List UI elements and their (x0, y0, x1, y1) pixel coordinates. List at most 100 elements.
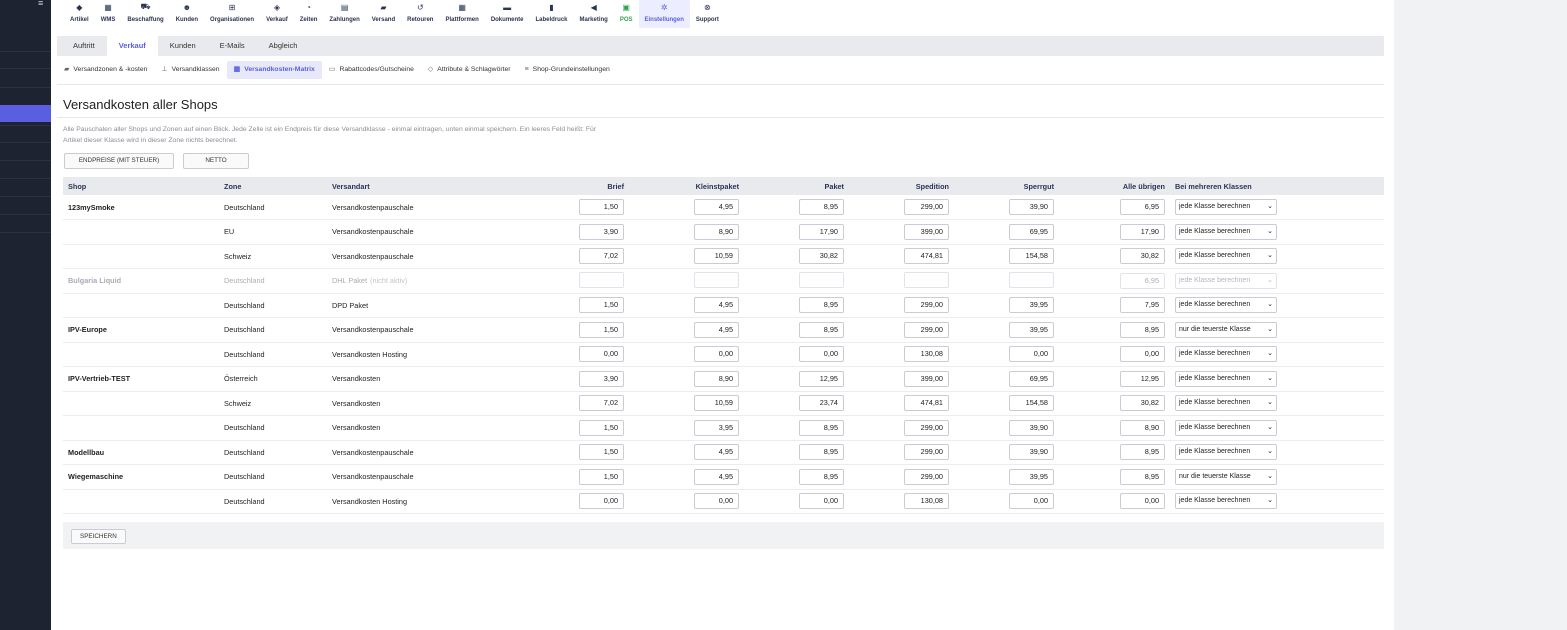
subtab-5[interactable]: ≡ Shop-Grundeinstellungen (518, 61, 617, 79)
price-input[interactable]: 8,95 (1120, 444, 1165, 461)
multi-class-select[interactable]: jede Klasse berechnen ⌄ (1175, 199, 1277, 215)
price-input[interactable]: 30,82 (1120, 395, 1165, 412)
price-input[interactable]: 130,08 (904, 346, 949, 363)
tab-e-mails[interactable]: E-Mails (208, 36, 257, 56)
subtab-4[interactable]: ◇ Attribute & Schlagwörter (421, 61, 518, 79)
sidebar-item-active[interactable] (0, 105, 51, 122)
price-input[interactable] (1009, 271, 1054, 288)
price-input[interactable] (904, 271, 949, 288)
price-input[interactable]: 0,00 (1009, 346, 1054, 363)
save-button[interactable]: SPEICHERN (71, 529, 126, 544)
price-input[interactable]: 154,58 (1009, 395, 1054, 412)
nav-item-verkauf[interactable]: ◈ Verkauf (260, 0, 294, 28)
nav-item-wms[interactable]: ▦ WMS (95, 0, 122, 28)
price-input[interactable]: 8,90 (694, 223, 739, 240)
nav-item-zeiten[interactable]: ◔ Zeiten (294, 0, 324, 28)
nav-item-kunden[interactable]: ☻ Kunden (170, 0, 204, 28)
price-input[interactable]: 1,50 (579, 297, 624, 314)
price-input[interactable]: 30,82 (1120, 248, 1165, 265)
price-input[interactable]: 299,00 (904, 321, 949, 338)
nav-item-einstellungen[interactable]: ✲ Einstellungen (638, 0, 690, 28)
price-input[interactable]: 399,00 (904, 223, 949, 240)
price-input[interactable]: 17,90 (1120, 223, 1165, 240)
multi-class-select[interactable]: jede Klasse berechnen ⌄ (1175, 419, 1277, 436)
price-input[interactable]: 4,95 (694, 444, 739, 461)
tab-abgleich[interactable]: Abgleich (257, 36, 310, 56)
tab-auftritt[interactable]: Auftritt (61, 36, 107, 56)
multi-class-select[interactable]: jede Klasse berechnen ⌄ (1175, 395, 1277, 412)
price-input[interactable]: 299,00 (904, 468, 949, 485)
price-input[interactable]: 39,95 (1009, 468, 1054, 485)
nav-item-labeldruck[interactable]: ▮ Labeldruck (529, 0, 573, 28)
price-input[interactable]: 0,00 (579, 346, 624, 363)
price-input[interactable]: 8,95 (799, 444, 844, 461)
price-input[interactable]: 0,00 (799, 493, 844, 510)
price-input[interactable]: 0,00 (579, 493, 624, 510)
nav-item-pos[interactable]: ▣ POS (614, 0, 639, 28)
price-input[interactable]: 39,95 (1009, 297, 1054, 314)
price-input[interactable]: 30,82 (799, 248, 844, 265)
subtab-2[interactable]: ▦ Versandkosten-Matrix (226, 60, 322, 79)
multi-class-select[interactable]: jede Klasse berechnen ⌄ (1175, 444, 1277, 461)
multi-class-select[interactable]: nur die teuerste Klasse ⌄ (1175, 468, 1277, 485)
multi-class-select[interactable]: jede Klasse berechnen ⌄ (1175, 272, 1277, 289)
price-input[interactable]: 8,95 (799, 321, 844, 338)
price-input[interactable]: 0,00 (694, 346, 739, 363)
nav-item-dokumente[interactable]: ▬ Dokumente (485, 0, 530, 28)
multi-class-select[interactable]: jede Klasse berechnen ⌄ (1175, 346, 1277, 363)
multi-class-select[interactable]: nur die teuerste Klasse ⌄ (1175, 321, 1277, 338)
price-input[interactable]: 7,02 (579, 395, 624, 412)
price-input[interactable]: 4,95 (694, 321, 739, 338)
price-input[interactable]: 1,50 (579, 199, 624, 215)
price-input[interactable]: 0,00 (799, 346, 844, 363)
price-input[interactable]: 8,95 (1120, 321, 1165, 338)
price-input[interactable]: 154,58 (1009, 248, 1054, 265)
price-input[interactable] (799, 271, 844, 288)
price-input[interactable]: 3,90 (579, 370, 624, 387)
price-input[interactable]: 8,95 (799, 297, 844, 314)
price-input[interactable]: 130,08 (904, 493, 949, 510)
price-input[interactable]: 10,59 (694, 395, 739, 412)
gross-prices-toggle[interactable]: ENDPREISE (MIT STEUER) (64, 153, 174, 169)
multi-class-select[interactable]: jede Klasse berechnen ⌄ (1175, 370, 1277, 387)
menu-icon[interactable]: ≡ (38, 0, 43, 8)
price-input[interactable]: 4,95 (694, 297, 739, 314)
price-input[interactable]: 299,00 (904, 444, 949, 461)
price-input[interactable]: 17,90 (799, 223, 844, 240)
tab-kunden[interactable]: Kunden (158, 36, 208, 56)
price-input[interactable]: 69,95 (1009, 223, 1054, 240)
multi-class-select[interactable]: jede Klasse berechnen ⌄ (1175, 297, 1277, 314)
price-input[interactable]: 69,95 (1009, 370, 1054, 387)
price-input[interactable]: 8,90 (1120, 419, 1165, 436)
price-input[interactable]: 1,50 (579, 419, 624, 436)
nav-item-plattformen[interactable]: ▦ Plattformen (439, 0, 484, 28)
price-input[interactable]: 7,95 (1120, 297, 1165, 314)
price-input[interactable]: 0,00 (1009, 493, 1054, 510)
price-input[interactable]: 8,95 (1120, 468, 1165, 485)
price-input[interactable]: 39,95 (1009, 321, 1054, 338)
subtab-1[interactable]: ⊥ Versandklassen (154, 61, 226, 79)
price-input[interactable]: 4,95 (694, 468, 739, 485)
price-input[interactable]: 8,95 (799, 419, 844, 436)
price-input[interactable]: 7,02 (579, 248, 624, 265)
price-input[interactable]: 23,74 (799, 395, 844, 412)
price-input[interactable] (694, 271, 739, 288)
subtab-3[interactable]: ▭ Rabattcodes/Gutscheine (322, 61, 421, 79)
price-input[interactable]: 474,81 (904, 248, 949, 265)
price-input[interactable]: 39,90 (1009, 199, 1054, 215)
price-input[interactable]: 3,95 (694, 419, 739, 436)
price-input[interactable]: 0,00 (694, 493, 739, 510)
price-input[interactable]: 10,59 (694, 248, 739, 265)
price-input[interactable]: 1,50 (579, 321, 624, 338)
multi-class-select[interactable]: jede Klasse berechnen ⌄ (1175, 493, 1277, 510)
net-prices-toggle[interactable]: NETTO (183, 153, 249, 169)
price-input[interactable]: 8,95 (799, 199, 844, 215)
price-input[interactable]: 4,95 (694, 199, 739, 215)
price-input[interactable]: 1,50 (579, 468, 624, 485)
price-input[interactable]: 299,00 (904, 419, 949, 436)
nav-item-organisationen[interactable]: ⊞ Organisationen (204, 0, 260, 28)
price-input[interactable]: 39,90 (1009, 444, 1054, 461)
nav-item-zahlungen[interactable]: ▤ Zahlungen (323, 0, 365, 28)
multi-class-select[interactable]: jede Klasse berechnen ⌄ (1175, 223, 1277, 240)
price-input[interactable]: 399,00 (904, 370, 949, 387)
